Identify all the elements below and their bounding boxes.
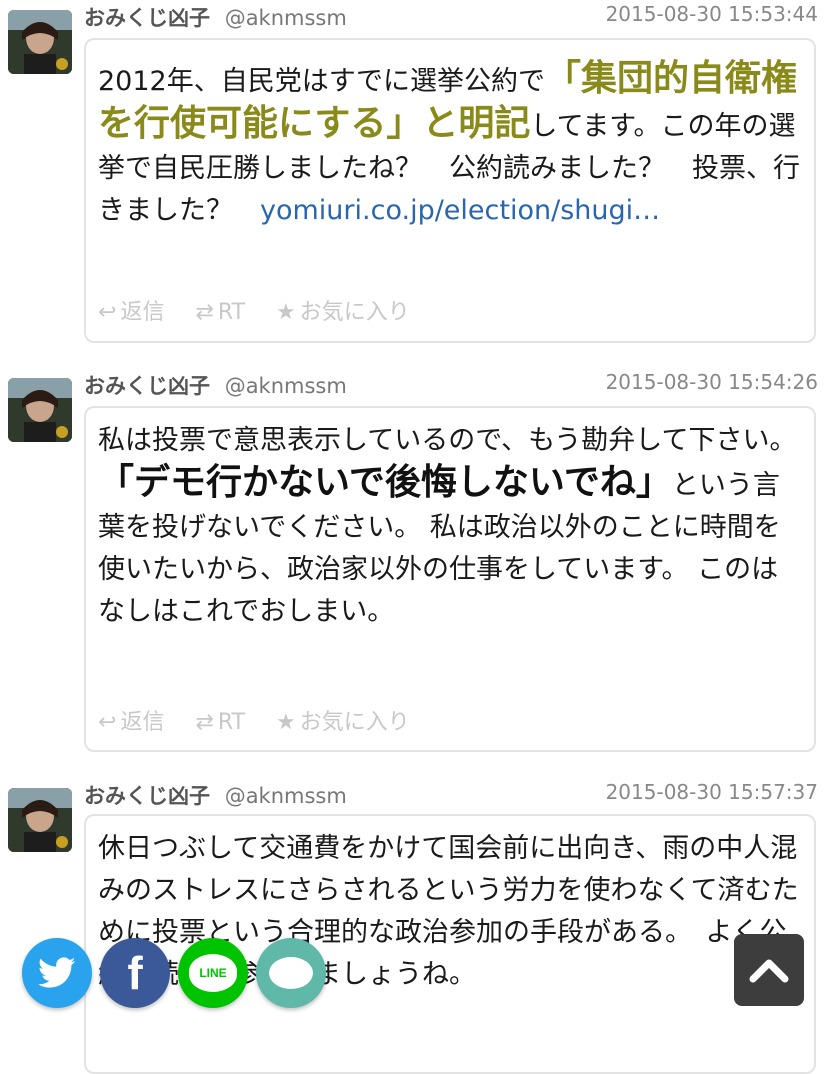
author-handle[interactable]: @aknmssm [225,374,347,398]
author-handle[interactable]: @aknmssm [225,6,347,30]
tweet-link[interactable]: yomiuri.co.jp/election/shugi… [260,195,660,226]
tweet-text-highlight: 「デモ行かないで後悔しないでね」 [98,462,672,503]
author-name[interactable]: おみくじ凶子 [84,784,210,808]
author-line: おみくじ凶子 @aknmssm [84,2,347,32]
author-name[interactable]: おみくじ凶子 [84,374,210,398]
retweet-button[interactable]: ⇄ RT [195,300,257,325]
share-bar: f LINE [0,934,826,1024]
avatar[interactable] [8,378,72,442]
tweet-actions: ↩ 返信 ⇄ RT ★ お気に入り [98,704,434,736]
reply-button[interactable]: ↩ 返信 [98,300,176,325]
twitter-icon [38,957,76,988]
tweet-bubble: 私は投票で意思表示しているので、もう勘弁して下さい。「デモ行かないで後悔しないで… [84,406,816,752]
tweet-text-pre: 私は投票で意思表示しているので、もう勘弁して下さい。 [98,425,797,456]
favorite-label: お気に入り [299,300,410,325]
star-icon: ★ [276,300,296,325]
reply-icon: ↩ [98,710,117,735]
author-handle[interactable]: @aknmssm [225,784,347,808]
scroll-to-top-button[interactable] [734,934,804,1006]
favorite-button[interactable]: ★ お気に入り [276,710,422,735]
twitter-share-button[interactable] [22,938,92,1008]
timestamp[interactable]: 2015-08-30 15:54:26 [606,370,818,394]
star-icon: ★ [276,710,296,735]
retweet-icon: ⇄ [195,710,214,735]
facebook-share-button[interactable]: f [100,938,170,1008]
favorite-label: お気に入り [299,710,410,735]
tweet-bubble: 2012年、自民党はすでに選挙公約で「集団的自衛権を行使可能にする」と明記してま… [84,38,816,343]
tweet-1: おみくじ凶子 @aknmssm 2015-08-30 15:53:44 2012… [0,0,826,350]
retweet-icon: ⇄ [195,300,214,325]
author-name[interactable]: おみくじ凶子 [84,6,210,30]
author-line: おみくじ凶子 @aknmssm [84,370,347,400]
tweet-text: 私は投票で意思表示しているので、もう勘弁して下さい。「デモ行かないで後悔しないで… [98,420,800,633]
facebook-icon: f [127,947,143,999]
reply-button[interactable]: ↩ 返信 [98,710,176,735]
tweet-text: 2012年、自民党はすでに選挙公約で「集団的自衛権を行使可能にする」と明記してま… [98,58,800,232]
tweet-2: おみくじ凶子 @aknmssm 2015-08-30 15:54:26 私は投票… [0,368,826,758]
avatar[interactable] [8,10,72,74]
author-line: おみくじ凶子 @aknmssm [84,780,347,810]
retweet-label: RT [217,300,246,325]
reply-icon: ↩ [98,300,117,325]
retweet-button[interactable]: ⇄ RT [195,710,257,735]
tweet-text-pre: 2012年、自民党はすでに選挙公約で [98,66,545,97]
reply-label: 返信 [120,300,165,325]
line-share-button[interactable]: LINE [178,938,248,1008]
chevron-up-icon [749,959,789,983]
timestamp[interactable]: 2015-08-30 15:53:44 [606,2,818,26]
retweet-label: RT [217,710,246,735]
line-label: LINE [199,966,227,980]
speech-bubble-icon [269,957,313,989]
line-icon: LINE [189,954,237,992]
reply-label: 返信 [120,710,165,735]
avatar[interactable] [8,788,72,852]
tweet-actions: ↩ 返信 ⇄ RT ★ お気に入り [98,294,434,326]
timestamp[interactable]: 2015-08-30 15:57:37 [606,780,818,804]
favorite-button[interactable]: ★ お気に入り [276,300,422,325]
comment-share-button[interactable] [256,938,326,1008]
